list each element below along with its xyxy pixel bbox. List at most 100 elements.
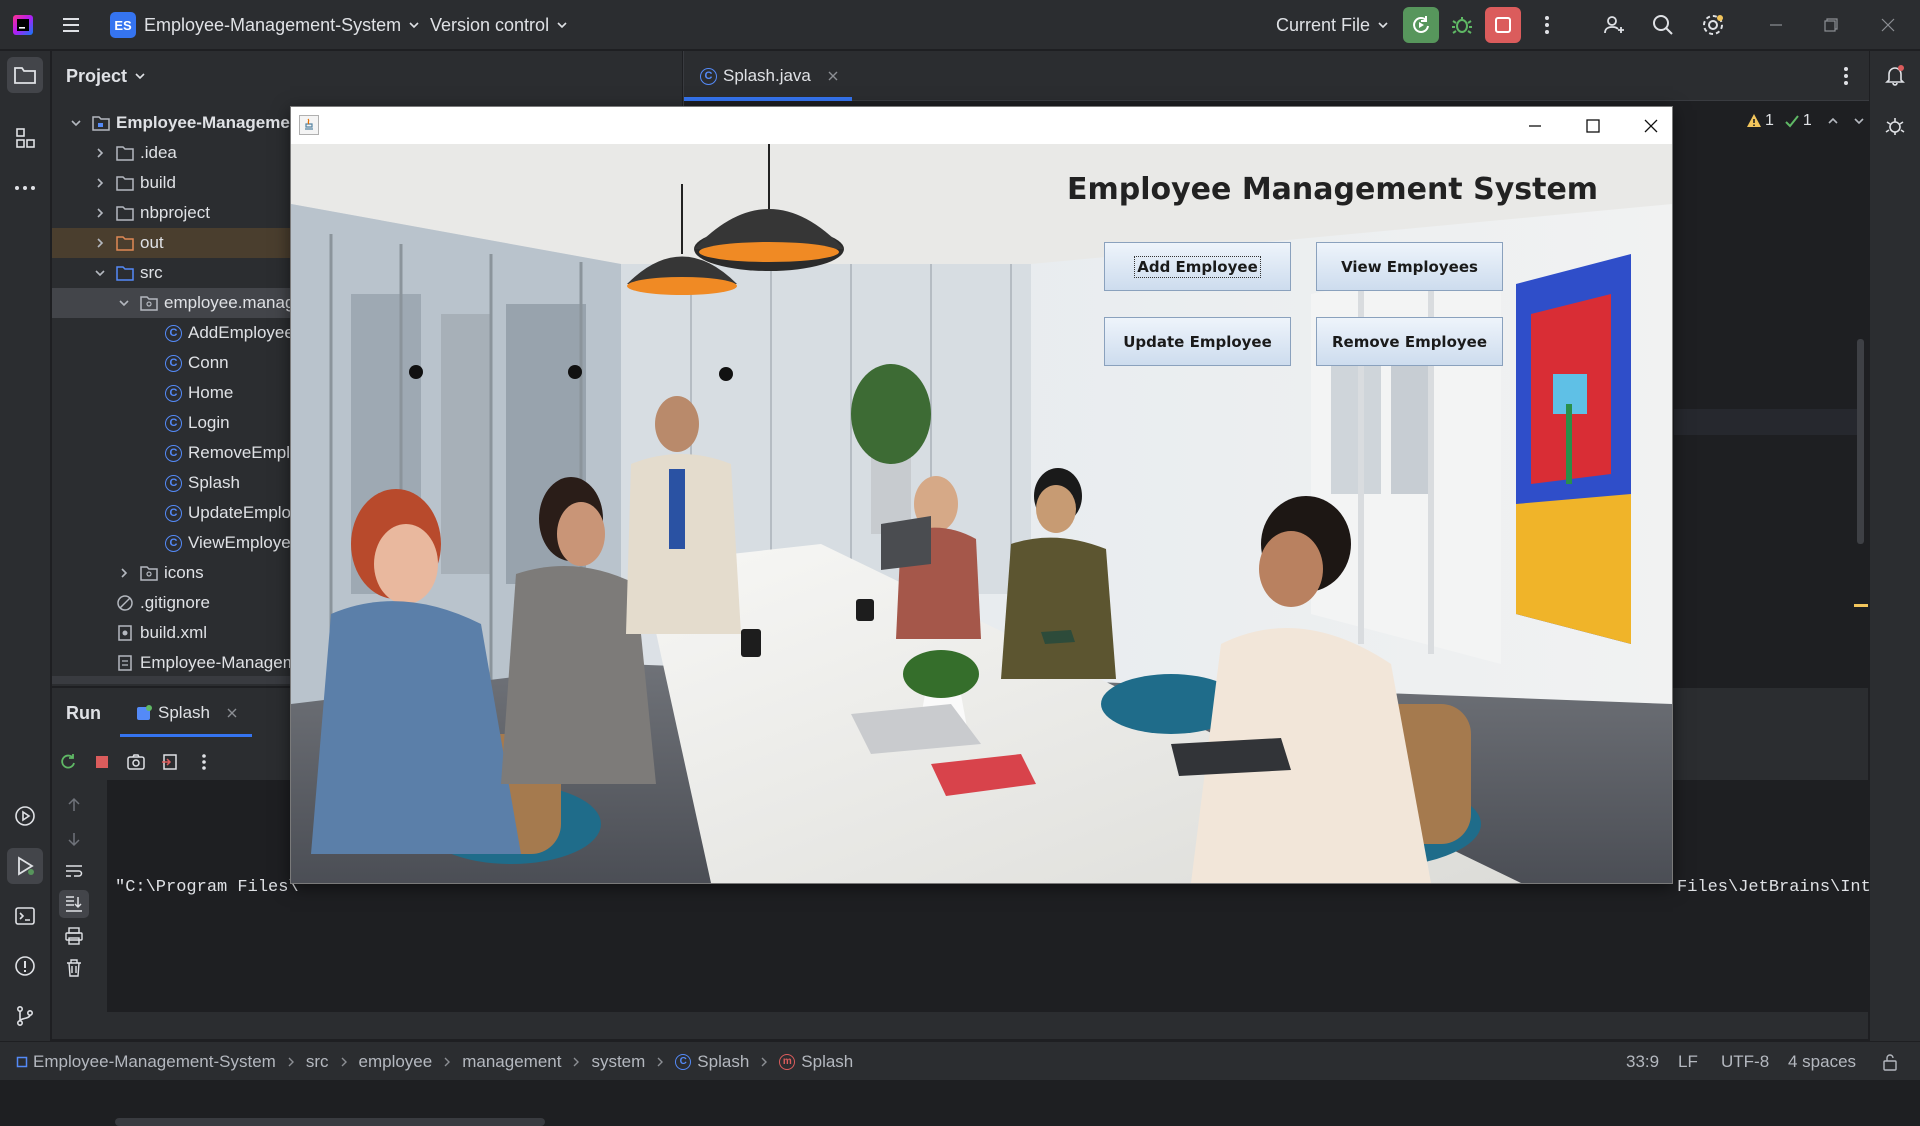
trash-icon[interactable] [62,956,86,980]
project-switcher[interactable]: ES Employee-Management-System [110,0,421,50]
run-tab-splash[interactable]: Splash [134,688,262,738]
add-employee-button[interactable]: Add Employee [1104,242,1291,291]
run-config-selector[interactable]: Current File [1276,0,1390,50]
ant-build-file-icon [118,625,132,641]
terminal-icon[interactable] [7,898,43,934]
scroll-down-arrow-icon[interactable] [62,827,86,851]
chevron-up-icon[interactable] [1826,114,1840,128]
console-scrollbar[interactable] [115,1118,545,1126]
project-name: Employee-Management-System [144,14,402,35]
rerun-icon[interactable] [56,750,80,774]
editor-more-icon[interactable] [1834,64,1858,88]
warning-stripe-marker[interactable] [1854,604,1868,607]
class-icon: C [165,414,182,432]
caret-position[interactable]: 33:9 [1626,1042,1659,1081]
breadcrumb-item[interactable]: employee [359,1052,433,1072]
project-panel-header[interactable]: Project [66,51,147,101]
ai-assistant-icon[interactable] [1877,108,1913,144]
app-close-icon[interactable] [1639,115,1663,137]
ignore-file-icon [117,595,133,611]
indent-setting[interactable]: 4 spaces [1788,1042,1856,1081]
tree-label: Conn [188,353,229,372]
update-employee-button[interactable]: Update Employee [1104,317,1291,366]
app-heading: Employee Management System [1067,172,1599,207]
problems-icon[interactable] [7,948,43,984]
chevron-right-icon [97,148,104,158]
print-icon[interactable] [62,924,86,948]
breadcrumb-item[interactable]: management [462,1052,561,1072]
more-actions-icon[interactable] [1532,7,1562,43]
package-folder-icon [140,296,158,311]
run-tool-icon[interactable] [7,848,43,884]
search-icon[interactable] [1645,7,1681,43]
stop-icon[interactable] [90,750,114,774]
structure-icon[interactable] [7,120,43,156]
screenshot-camera-icon[interactable] [124,750,148,774]
check-count: 1 [1802,112,1812,129]
chevron-down-icon [409,22,419,29]
breadcrumb-item[interactable]: Splash [697,1052,749,1072]
scroll-up-arrow-icon[interactable] [62,793,86,817]
close-tab-icon[interactable] [827,70,839,82]
run-tab-label: Splash [158,703,210,722]
folder-icon [116,206,134,221]
tree-label: .gitignore [140,593,210,612]
breadcrumb-item[interactable]: Splash [801,1052,853,1072]
app-logo-icon[interactable] [12,0,34,50]
module-file-icon [118,655,132,671]
run-panel-title: Run [66,702,101,723]
notifications-bell-icon[interactable] [1877,57,1913,93]
services-icon[interactable] [7,798,43,834]
active-tab-indicator [684,97,852,101]
soft-wrap-icon[interactable] [62,859,86,883]
breadcrumb-item[interactable]: system [591,1052,645,1072]
java-app-icon [299,115,319,135]
scroll-to-end-icon[interactable] [59,890,89,918]
project-tool-folder-icon[interactable] [7,57,43,93]
bug-icon [1452,17,1472,34]
inspection-widget[interactable]: 1 1 [1746,109,1866,133]
class-icon: C [165,534,182,552]
tree-label: ViewEmployee [188,533,301,552]
rerun-button[interactable] [1403,7,1439,43]
code-with-me-icon[interactable] [1596,7,1632,43]
app-minimize-icon[interactable] [1523,115,1547,137]
folder-icon [116,146,134,161]
settings-gear-icon[interactable] [1695,7,1731,43]
tab-label: Splash.java [723,66,811,85]
version-control-menu[interactable]: Version control [430,0,569,50]
current-line-highlight [1674,409,1859,435]
tree-label: build [140,173,176,192]
chevron-down-icon [135,73,145,80]
line-separator[interactable]: LF [1678,1042,1698,1081]
chevron-right-icon [761,1057,768,1066]
exit-icon[interactable] [158,750,182,774]
app-maximize-icon[interactable] [1581,115,1605,137]
more-tools-icon[interactable] [7,170,43,206]
close-window-icon[interactable] [1870,7,1906,43]
close-tab-icon[interactable] [226,707,238,719]
git-branch-icon[interactable] [7,998,43,1034]
view-employees-button[interactable]: View Employees [1316,242,1503,291]
run-more-icon[interactable] [192,750,216,774]
update-employee-label: Update Employee [1123,332,1272,351]
employee-management-window: Employee Management System Add Employee … [290,106,1673,884]
status-bar: Employee-Management-System src employee … [0,1041,1920,1080]
restore-window-icon[interactable] [1813,7,1849,43]
remove-employee-button[interactable]: Remove Employee [1316,317,1503,366]
lock-icon[interactable] [1882,1042,1898,1081]
tab-splash-java[interactable]: C Splash.java [684,51,852,101]
app-window-titlebar[interactable] [291,107,1672,144]
minimize-window-icon[interactable] [1758,7,1794,43]
breadcrumb-item[interactable]: Employee-Management-System [33,1052,276,1072]
left-tool-strip [0,51,51,1041]
editor-scrollbar[interactable] [1857,339,1864,544]
chevron-down-icon[interactable] [1852,114,1866,128]
active-run-tab-indicator [120,734,252,737]
file-encoding[interactable]: UTF-8 [1721,1042,1769,1081]
breadcrumb-item[interactable]: src [306,1052,329,1072]
stop-button[interactable] [1485,7,1521,43]
tree-label: Home [188,383,234,402]
debug-button[interactable] [1444,7,1480,43]
main-menu-icon[interactable] [60,0,82,50]
